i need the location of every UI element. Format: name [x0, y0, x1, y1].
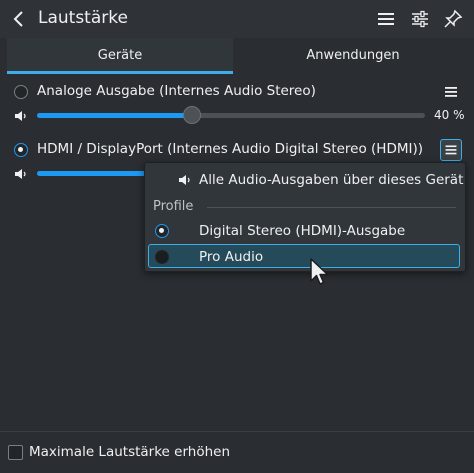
tab-devices[interactable]: Geräte: [7, 38, 233, 74]
device-label-hdmi: HDMI / DisplayPort (Internes Audio Digit…: [37, 141, 424, 157]
profile-radio-digital-stereo[interactable]: [155, 224, 169, 238]
hamburger-menu-icon[interactable]: [375, 8, 397, 30]
configure-sliders-icon[interactable]: [409, 8, 431, 30]
raise-max-volume-label[interactable]: Maximale Lautstärke erhöhen: [29, 444, 230, 460]
speaker-icon[interactable]: [14, 109, 28, 123]
tab-bar: Geräte Anwendungen: [0, 38, 474, 74]
menu-item-play-all[interactable]: Alle Audio-Ausgaben über dieses Gerät: [199, 172, 463, 188]
volume-percent-analog: 40 %: [434, 108, 465, 122]
volume-slider-handle-analog[interactable]: [183, 106, 201, 124]
menu-item-hover-highlight: [148, 244, 460, 268]
tab-applications[interactable]: Anwendungen: [237, 38, 469, 74]
device-radio-analog[interactable]: [14, 85, 28, 99]
raise-max-volume-checkbox[interactable]: [8, 445, 23, 460]
menu-item-profile-digital-stereo[interactable]: Digital Stereo (HDMI)-Ausgabe: [199, 223, 405, 239]
section-divider: [207, 207, 456, 208]
footer-divider: [0, 431, 474, 432]
device-context-menu: Alle Audio-Ausgaben über dieses Gerät Pr…: [144, 162, 466, 272]
menu-item-profile-pro-audio[interactable]: Pro Audio: [199, 249, 263, 265]
device-radio-hdmi[interactable]: [14, 143, 28, 157]
speaker-icon[interactable]: [14, 167, 28, 181]
page-title: Lautstärke: [38, 8, 128, 28]
device-label-analog: Analoge Ausgabe (Internes Audio Stereo): [37, 83, 316, 99]
back-arrow-icon[interactable]: [8, 8, 30, 30]
device-menu-button-hdmi[interactable]: [440, 139, 462, 161]
volume-slider-fill-analog: [37, 113, 192, 118]
profile-radio-pro-audio[interactable]: [155, 250, 169, 264]
mouse-pointer-icon: [310, 258, 329, 285]
section-title-profiles: Profile: [153, 199, 194, 214]
speaker-icon: [179, 175, 190, 185]
pin-icon[interactable]: [442, 8, 464, 30]
device-menu-button-analog[interactable]: [440, 81, 462, 103]
header-bar: Lautstärke: [0, 0, 474, 38]
